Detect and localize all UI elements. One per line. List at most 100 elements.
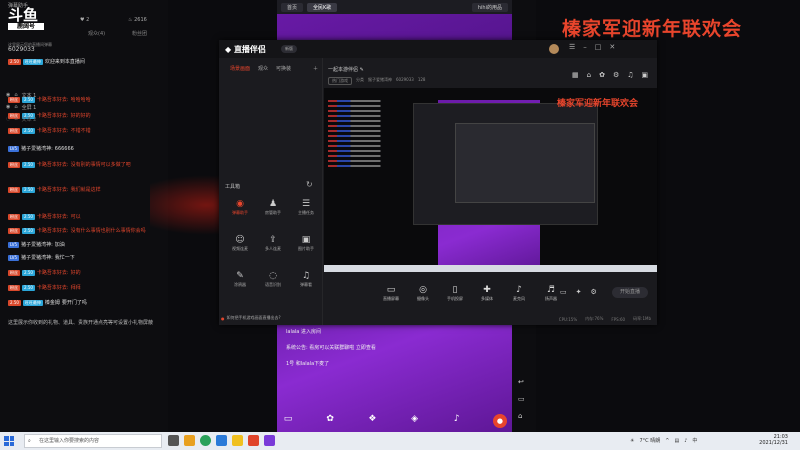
taskbar-search-input[interactable]: ⌕ 在这里输入你要搜索的内容 <box>24 434 162 448</box>
tool-item[interactable]: ◌ 语音识别 <box>258 270 288 296</box>
close-icon[interactable]: ✕ <box>609 43 623 51</box>
record-icon[interactable]: ● <box>492 414 507 428</box>
scene-item-2[interactable]: ◉ ⌂ 全屏 1 <box>6 104 36 111</box>
ime-indicator[interactable]: 中 <box>692 437 697 444</box>
scene-item-3[interactable]: ◌ ⌂ 文本 2 <box>6 116 36 123</box>
tool-item[interactable]: ✎ 涂鸦器 <box>225 270 255 296</box>
eye-icon[interactable]: ◌ <box>6 116 10 123</box>
chat-username[interactable]: 猪子爱猪湾神: <box>21 254 53 261</box>
chat-username[interactable]: 卡路吾本好去: <box>37 96 69 103</box>
tab-fan-club[interactable]: 粉丝团 <box>132 30 147 37</box>
refresh-icon[interactable]: ↻ <box>306 180 313 189</box>
tab-audience-app[interactable]: 观众 <box>258 65 268 72</box>
version-badge[interactable]: 新版 <box>281 45 297 53</box>
game-icon[interactable]: ◈ <box>409 414 421 424</box>
start-live-button[interactable]: 开始直播 <box>612 287 648 298</box>
source-control-button[interactable]: ♪ 麦克风 <box>508 284 530 302</box>
chat-username[interactable]: 卡路吾本好去: <box>37 112 69 119</box>
chat-username[interactable]: 卡路吾本好去: <box>37 227 69 234</box>
tool-item[interactable]: ▣ 图片助手 <box>291 234 321 260</box>
file-explorer-icon[interactable] <box>184 435 195 446</box>
taskbar-clock[interactable]: 21:03 2021/12/31 <box>750 434 788 446</box>
chat-text: 要开门了吗 <box>61 300 87 306</box>
source-control-button[interactable]: ♬ 扬声器 <box>540 284 562 302</box>
source-control-button[interactable]: ▭ 直播屏幕 <box>380 284 402 302</box>
screen-icon[interactable]: ▭ <box>560 288 567 296</box>
tool-item[interactable]: ⇪ 多人连麦 <box>258 234 288 260</box>
chat-username[interactable]: 卡路吾本好去: <box>37 269 69 276</box>
chat-username[interactable]: 猪子爱猪湾神: <box>21 241 53 248</box>
control-label: 直播屏幕 <box>383 296 399 301</box>
tool-item[interactable]: ♟ 房管助手 <box>258 198 288 224</box>
tool-item[interactable]: ☺ 视频连麦 <box>225 234 255 260</box>
windows-start-icon[interactable] <box>4 436 14 446</box>
lock-icon[interactable]: ⌂ <box>14 116 17 123</box>
settings-icon[interactable]: ⚙ <box>613 71 619 79</box>
settings-icon[interactable]: ⚙ <box>591 288 597 296</box>
minimize-icon[interactable]: – <box>583 43 595 51</box>
gift-icon[interactable]: ✿ <box>324 414 336 424</box>
source-control-button[interactable]: ✚ 多媒体 <box>476 284 498 302</box>
chevron-up-icon[interactable]: ^ <box>665 438 669 444</box>
store-icon[interactable] <box>216 435 227 446</box>
status-bar: CPU:15% 内存:76% FPS:60 码率:1Mb <box>558 316 651 322</box>
message-icon[interactable]: ▭ <box>282 414 294 424</box>
tool-item[interactable]: ◉ 弹幕助手 <box>225 198 255 224</box>
room-id: 6029033 <box>8 46 35 53</box>
lock-icon[interactable]: ⌂ <box>587 71 591 79</box>
music-icon[interactable]: ♪ <box>451 414 463 424</box>
source-control-button[interactable]: ▯ 手机投屏 <box>444 284 466 302</box>
weather-icon[interactable]: ☀ <box>630 438 634 444</box>
phone-tab-home[interactable]: 首页 <box>281 2 304 12</box>
chat-username[interactable]: 榛金姆 <box>45 299 60 306</box>
tool-item[interactable]: ♫ 弹幕看 <box>291 270 321 296</box>
control-icon: ▭ <box>386 285 396 295</box>
app-icon-1[interactable] <box>232 435 243 446</box>
bell-icon[interactable]: ♫ <box>627 71 633 79</box>
eye-icon[interactable]: ◉ <box>6 104 10 111</box>
tab-scene[interactable]: 场景画面 <box>230 65 250 72</box>
tab-audience[interactable]: 观众(4) <box>88 30 105 37</box>
volume-icon[interactable]: ♪ <box>684 438 687 444</box>
tool-item[interactable]: ☰ 主播任务 <box>291 198 321 224</box>
window-icon[interactable]: ▭ <box>518 395 525 403</box>
network-icon[interactable]: ▤ <box>674 438 679 444</box>
chat-username[interactable]: 卡路吾本好去: <box>37 161 69 168</box>
chat-username[interactable]: 卡路吾本好去: <box>37 213 69 220</box>
lock-icon[interactable]: ⌂ <box>14 104 17 111</box>
app-icon-3[interactable] <box>264 435 275 446</box>
category-pill[interactable]: 热门游戏 <box>328 77 352 85</box>
maximize-icon[interactable]: □ <box>595 43 610 51</box>
phone-tab-user[interactable]: hihi的用品 <box>471 2 508 12</box>
eye-icon[interactable]: ◉ <box>6 92 10 99</box>
chat-text: 欢迎来到本直播间 <box>44 59 85 65</box>
source-control-button[interactable]: ◎ 摄像头 <box>412 284 434 302</box>
lock-icon[interactable]: ⌂ <box>14 92 17 99</box>
add-icon[interactable]: ＋ <box>313 65 318 72</box>
browser-icon[interactable] <box>200 435 211 446</box>
chat-username[interactable]: 卡路吾本好去: <box>37 186 69 193</box>
apps-icon[interactable]: ❖ <box>366 414 378 424</box>
gift-icon[interactable]: ✿ <box>599 71 605 79</box>
live-title[interactable]: 一起本游伴侣 ✎ <box>328 66 364 73</box>
tab-dressup[interactable]: 可换装 <box>276 65 291 72</box>
pin-icon[interactable]: ✦ <box>576 288 582 296</box>
tool-label: 涂鸦器 <box>234 282 246 287</box>
chat-username[interactable]: 卡路吾本好去: <box>37 284 69 291</box>
grid-icon[interactable]: ▦ <box>572 71 579 79</box>
home-icon[interactable]: ⌂ <box>518 412 522 420</box>
control-label: 手机投屏 <box>447 296 463 301</box>
back-icon[interactable]: ↩ <box>518 378 524 386</box>
box-icon[interactable]: ▣ <box>642 71 649 79</box>
chat-text: 可以 <box>70 214 81 220</box>
weather-text[interactable]: 7°C 晴朗 <box>639 437 660 444</box>
menu-icon[interactable]: ☰ <box>569 43 583 51</box>
chat-username[interactable]: 卡路吾本好去: <box>37 127 69 134</box>
scene-item-1[interactable]: ◉ ⌂ 文本 1 <box>6 92 36 99</box>
task-view-icon[interactable] <box>168 435 179 446</box>
chat-username[interactable]: 猪子爱猪湾神: <box>21 145 53 152</box>
phone-tab-ksong[interactable]: 全民K歌 <box>307 2 338 12</box>
app-icon-2[interactable] <box>248 435 259 446</box>
avatar[interactable] <box>549 44 559 54</box>
help-tip[interactable]: ● 如何把手机游戏画面直播出去? <box>221 313 321 323</box>
